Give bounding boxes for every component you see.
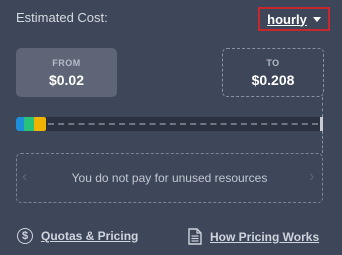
usage-bar-end-marker [320, 117, 323, 131]
unused-resources-text: You do not pay for unused resources [71, 171, 268, 185]
how-pricing-works-link[interactable]: How Pricing Works [188, 228, 319, 245]
to-price-box: TO $0.208 [222, 48, 324, 97]
from-label: FROM [52, 57, 81, 68]
chevron-down-icon[interactable] [312, 16, 321, 22]
dollar-icon[interactable]: $ [17, 228, 33, 244]
period-selected-value[interactable]: hourly [267, 12, 307, 27]
usage-bar-segment [34, 117, 46, 131]
period-dropdown[interactable]: hourly [258, 7, 330, 31]
connector-line [322, 97, 323, 117]
how-pricing-works-label[interactable]: How Pricing Works [210, 230, 319, 244]
to-value: $0.208 [251, 71, 295, 88]
usage-bar-dashes [48, 123, 318, 125]
connector-line [322, 131, 323, 153]
usage-bar-segment [16, 117, 24, 131]
quotas-pricing-link[interactable]: $ Quotas & Pricing [17, 228, 138, 244]
from-price-box: FROM $0.02 [16, 48, 117, 97]
from-value: $0.02 [48, 71, 85, 88]
unused-resources-panel: You do not pay for unused resources [16, 153, 323, 203]
chevron-left-icon[interactable]: ‹ [22, 168, 27, 186]
estimated-cost-title: Estimated Cost: [16, 10, 108, 25]
quotas-pricing-label[interactable]: Quotas & Pricing [41, 229, 138, 243]
usage-bar-segment [24, 117, 34, 131]
document-icon[interactable] [188, 228, 202, 245]
to-label: TO [266, 57, 280, 68]
chevron-right-icon[interactable]: › [309, 168, 314, 186]
